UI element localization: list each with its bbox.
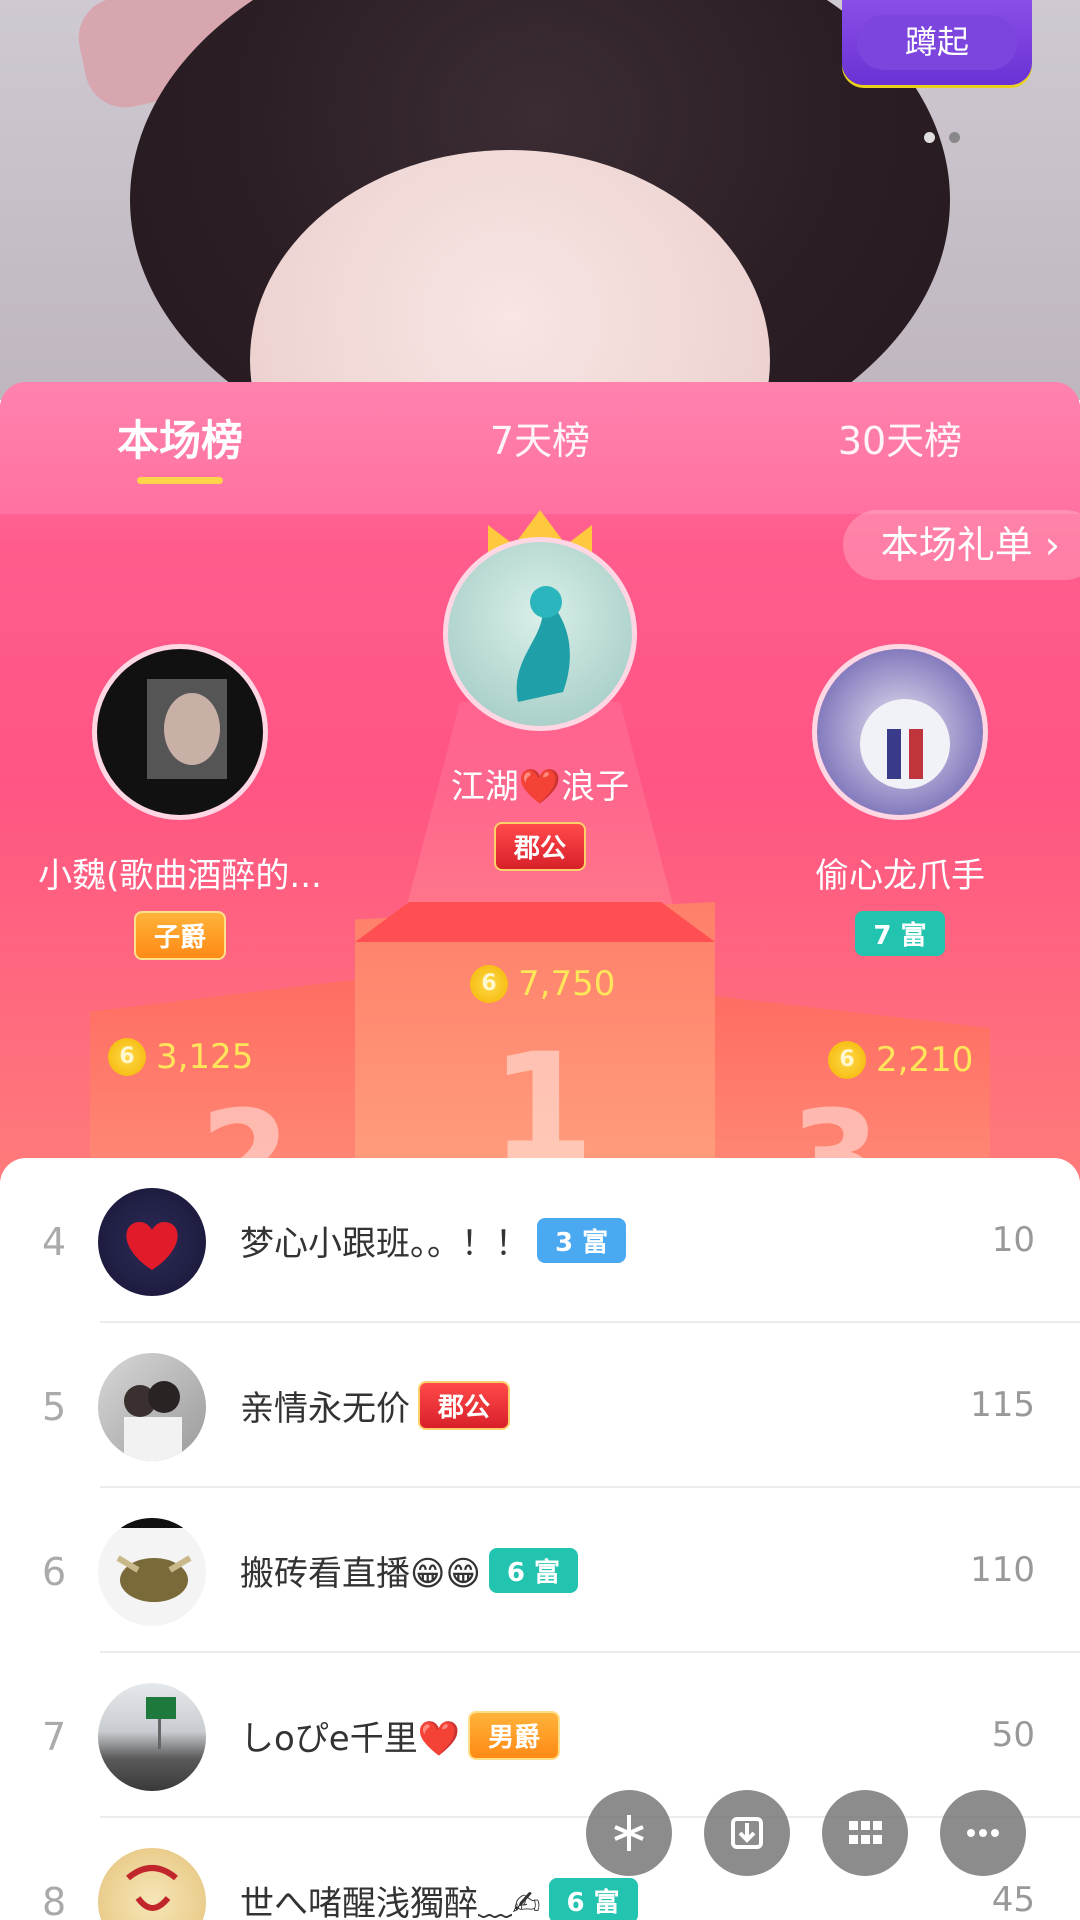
- second-place-user[interactable]: 小魏(歌曲酒醉的... 子爵: [20, 644, 340, 960]
- status-badge: 郡公: [418, 1381, 511, 1430]
- grid-icon[interactable]: [822, 1790, 908, 1876]
- rank-number: 7: [42, 1715, 67, 1759]
- status-badge: 男爵: [468, 1711, 561, 1760]
- score-value: 110: [970, 1550, 1035, 1590]
- bull-avatar-icon: [98, 1518, 206, 1602]
- page-dot-2: [949, 132, 960, 143]
- tab-current-show[interactable]: 本场榜: [0, 382, 360, 514]
- avatar: [98, 1848, 206, 1920]
- score-value: 10: [991, 1220, 1035, 1260]
- list-item[interactable]: 6 搬砖看直播😁😁 6 富 110: [0, 1488, 1080, 1653]
- user-name: 搬砖看直播😁😁: [240, 1554, 481, 1594]
- couple-avatar-icon: [860, 699, 950, 789]
- first-place-coins: 6 7,750: [470, 964, 615, 1004]
- rank-number: 4: [42, 1220, 67, 1264]
- list-name-row: 梦心小跟班。。！！ 3 富: [240, 1216, 627, 1265]
- squat-button[interactable]: 蹲起: [842, 0, 1032, 85]
- list-item[interactable]: 8 世へ啫醒浅獨醉﹏✍ 6 富 45: [0, 1818, 1080, 1920]
- squat-button-label: 蹲起: [857, 15, 1017, 70]
- second-place-coins: 6 3,125: [108, 1037, 253, 1077]
- status-badge: 7 富: [855, 911, 945, 956]
- list-name-row: しoぴe千里❤️ 男爵: [240, 1711, 561, 1760]
- coin-amount: 7,750: [518, 964, 616, 1004]
- score-value: 50: [991, 1715, 1035, 1755]
- user-name: 亲情永无价: [240, 1389, 410, 1429]
- download-icon[interactable]: [704, 1790, 790, 1876]
- avatar: [98, 1188, 206, 1296]
- chevron-right-icon: ›: [1044, 523, 1060, 567]
- second-place-name: 小魏(歌曲酒醉的...: [38, 856, 322, 896]
- sparkle-icon[interactable]: [586, 1790, 672, 1876]
- tab-7-days[interactable]: 7天榜: [360, 382, 720, 514]
- list-name-row: 搬砖看直播😁😁 6 富: [240, 1546, 579, 1595]
- avatar: [92, 644, 268, 820]
- leaderboard-tabs: 本场榜 7天榜 30天榜: [0, 382, 1080, 514]
- avatar: [98, 1518, 206, 1626]
- tab-30-days[interactable]: 30天榜: [720, 382, 1080, 514]
- third-place-user[interactable]: 偷心龙爪手 7 富: [740, 644, 1060, 956]
- first-place-name: 江湖❤️浪子: [450, 767, 630, 807]
- avatar: [812, 644, 988, 820]
- rank-number: 8: [42, 1880, 67, 1920]
- avatar: [443, 537, 637, 731]
- portrait-avatar-icon: [147, 679, 227, 779]
- avatar: [98, 1353, 206, 1461]
- dragon-avatar-icon: [516, 586, 570, 702]
- gift-list-label: 本场礼单: [880, 523, 1033, 567]
- podium-first-top: [355, 902, 715, 942]
- leaderboard-panel: 本场榜 7天榜 30天榜 本场礼单 › 1 2 3 江湖❤️浪子 郡公 6 7,…: [0, 382, 1080, 1192]
- rank-number: 6: [42, 1550, 67, 1594]
- page-indicator: [924, 132, 960, 143]
- third-place-name: 偷心龙爪手: [815, 856, 985, 896]
- first-place-user[interactable]: 江湖❤️浪子 郡公: [380, 537, 700, 871]
- score-value: 115: [970, 1385, 1035, 1425]
- list-item[interactable]: 5 亲情永无价 郡公 115: [0, 1323, 1080, 1488]
- score-value: 45: [991, 1880, 1035, 1920]
- user-name: 世へ啫醒浅獨醉﹏✍: [240, 1884, 541, 1920]
- status-badge: 3 富: [537, 1218, 627, 1263]
- coin-amount: 2,210: [876, 1040, 974, 1080]
- user-name: しoぴe千里❤️: [240, 1719, 461, 1759]
- status-badge: 子爵: [133, 911, 226, 960]
- coin-icon: 6: [470, 965, 508, 1003]
- list-name-row: 世へ啫醒浅獨醉﹏✍ 6 富: [240, 1876, 638, 1920]
- coin-icon: 6: [108, 1038, 146, 1076]
- couple-photo-avatar-icon: [124, 1381, 182, 1461]
- heart-avatar-icon: [126, 1222, 178, 1270]
- list-item[interactable]: 7 しoぴe千里❤️ 男爵 50: [0, 1653, 1080, 1818]
- gift-list-button[interactable]: 本场礼单 ›: [842, 510, 1080, 580]
- third-place-coins: 6 2,210: [828, 1040, 973, 1080]
- list-item[interactable]: 4 梦心小跟班。。！！ 3 富 10: [0, 1158, 1080, 1323]
- status-badge: 郡公: [493, 822, 586, 871]
- highway-avatar-icon: [146, 1697, 176, 1749]
- coin-icon: 6: [828, 1041, 866, 1079]
- avatar: [98, 1683, 206, 1791]
- calligraphy-avatar-icon: [126, 1865, 178, 1911]
- status-badge: 6 富: [488, 1548, 579, 1593]
- more-icon[interactable]: [940, 1790, 1026, 1876]
- status-badge: 6 富: [548, 1878, 638, 1920]
- user-name: 梦心小跟班。。！！: [240, 1224, 529, 1264]
- ranking-list: 4 梦心小跟班。。！！ 3 富 10 5 亲情永无价 郡公 115 6 搬砖看直…: [0, 1158, 1080, 1920]
- list-name-row: 亲情永无价 郡公: [240, 1381, 511, 1430]
- page-dot-1: [924, 132, 935, 143]
- rank-number: 5: [42, 1385, 67, 1429]
- coin-amount: 3,125: [156, 1037, 254, 1077]
